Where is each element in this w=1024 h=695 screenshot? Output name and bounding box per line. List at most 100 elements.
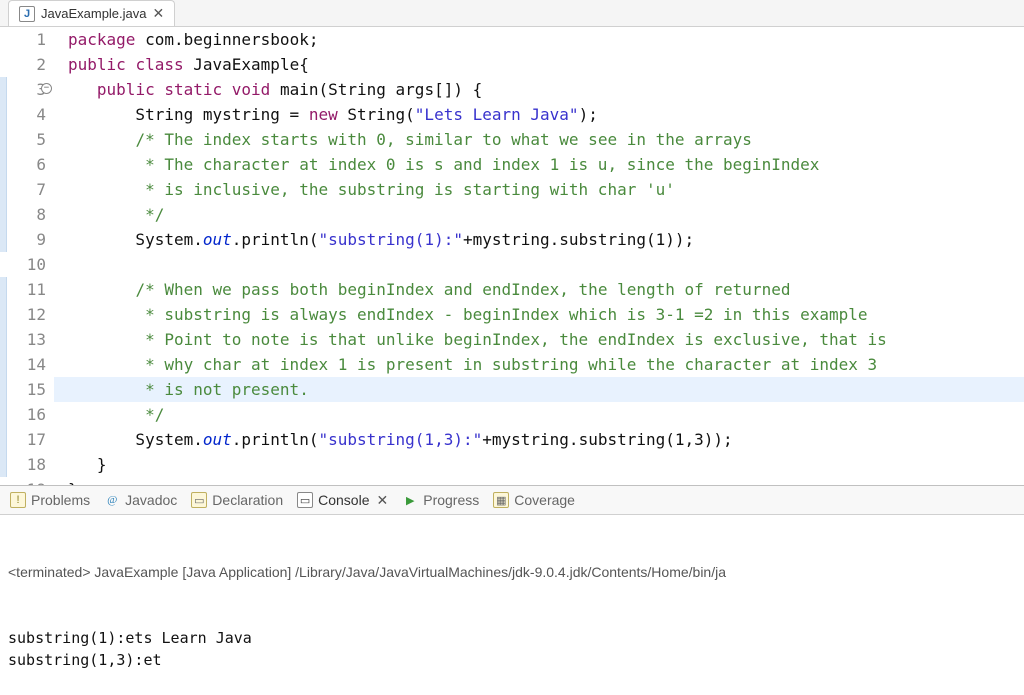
code-editor[interactable]: 123−45678910111213141516171819 package c…	[0, 27, 1024, 485]
line-number: 2	[0, 52, 46, 77]
tab-javadoc[interactable]: @ Javadoc	[104, 492, 177, 508]
code-line[interactable]: /* The index starts with 0, similar to w…	[68, 127, 1024, 152]
tab-coverage[interactable]: ▦ Coverage	[493, 492, 575, 508]
code-token	[68, 380, 145, 399]
code-line[interactable]: * Point to note is that unlike beginInde…	[68, 327, 1024, 352]
code-token	[68, 305, 145, 324]
line-number: 15	[0, 377, 46, 402]
code-token	[68, 280, 135, 299]
change-marker	[0, 427, 7, 452]
code-line[interactable]: */	[68, 202, 1024, 227]
line-number: 10	[0, 252, 46, 277]
line-number: 19	[0, 477, 46, 485]
code-line[interactable]	[68, 252, 1024, 277]
code-token: JavaExample{	[184, 55, 309, 74]
progress-icon: ▶	[402, 492, 418, 508]
javadoc-icon: @	[104, 492, 120, 508]
declaration-icon: ▭	[191, 492, 207, 508]
code-token: out	[203, 230, 232, 249]
line-number: 1	[0, 27, 46, 52]
code-line[interactable]: * is inclusive, the substring is startin…	[68, 177, 1024, 202]
code-token: * why char at index 1 is present in subs…	[145, 355, 877, 374]
code-line[interactable]: */	[68, 402, 1024, 427]
code-token: static	[164, 80, 222, 99]
fold-toggle-icon[interactable]: −	[41, 83, 52, 94]
code-token: System.	[68, 230, 203, 249]
code-line[interactable]: }	[68, 452, 1024, 477]
code-token: public	[68, 55, 126, 74]
code-line[interactable]: * The character at index 0 is s and inde…	[68, 152, 1024, 177]
code-token: .println(	[232, 430, 319, 449]
code-token	[68, 180, 145, 199]
code-token: "substring(1,3):"	[318, 430, 482, 449]
close-tab-icon[interactable]: ✕	[153, 5, 165, 22]
code-token	[68, 80, 97, 99]
line-number: 13	[0, 327, 46, 352]
code-token	[68, 130, 135, 149]
code-token: * substring is always endIndex - beginIn…	[145, 305, 867, 324]
code-line[interactable]: public class JavaExample{	[68, 52, 1024, 77]
code-token: public	[97, 80, 155, 99]
console-launch-header: <terminated> JavaExample [Java Applicati…	[8, 561, 1016, 583]
tab-declaration[interactable]: ▭ Declaration	[191, 492, 283, 508]
code-token: "Lets Learn Java"	[415, 105, 579, 124]
line-number: 12	[0, 302, 46, 327]
console-line: substring(1):ets Learn Java	[8, 627, 1016, 649]
code-token	[68, 405, 145, 424]
code-line[interactable]: /* When we pass both beginIndex and endI…	[68, 277, 1024, 302]
change-marker	[0, 302, 7, 327]
console-body[interactable]: <terminated> JavaExample [Java Applicati…	[0, 515, 1024, 695]
console-line: substring(1,3):et	[8, 649, 1016, 671]
change-marker	[0, 327, 7, 352]
code-token: * is inclusive, the substring is startin…	[145, 180, 675, 199]
code-line[interactable]: System.out.println("substring(1,3):"+mys…	[68, 427, 1024, 452]
code-token: }	[68, 480, 78, 485]
close-console-icon[interactable]: ✕	[377, 492, 389, 509]
tab-problems-label: Problems	[31, 492, 90, 508]
change-marker	[0, 102, 7, 127]
tab-problems[interactable]: ! Problems	[10, 492, 90, 508]
code-token: * Point to note is that unlike beginInde…	[145, 330, 887, 349]
line-number: 4	[0, 102, 46, 127]
code-area[interactable]: package com.beginnersbook;public class J…	[54, 27, 1024, 485]
code-token: */	[145, 405, 164, 424]
code-token: * The character at index 0 is s and inde…	[145, 155, 819, 174]
line-number: 9	[0, 227, 46, 252]
code-line[interactable]: * why char at index 1 is present in subs…	[68, 352, 1024, 377]
code-line[interactable]: String mystring = new String("Lets Learn…	[68, 102, 1024, 127]
tab-progress-label: Progress	[423, 492, 479, 508]
code-token: String(	[338, 105, 415, 124]
code-line[interactable]: * is not present.	[68, 377, 1024, 402]
problems-icon: !	[10, 492, 26, 508]
change-marker	[0, 127, 7, 152]
code-token: );	[579, 105, 598, 124]
line-number: 18	[0, 452, 46, 477]
change-marker	[0, 177, 7, 202]
code-line[interactable]: System.out.println("substring(1):"+mystr…	[68, 227, 1024, 252]
code-token	[68, 155, 145, 174]
change-marker	[0, 277, 7, 302]
code-token: void	[232, 80, 271, 99]
tab-console-label: Console	[318, 492, 369, 508]
code-token: main(String args[]) {	[270, 80, 482, 99]
line-number: 5	[0, 127, 46, 152]
editor-tab-bar: J JavaExample.java ✕	[0, 0, 1024, 27]
java-file-icon: J	[19, 6, 35, 22]
console-output: substring(1):ets Learn Javasubstring(1,3…	[8, 627, 1016, 671]
code-line[interactable]: * substring is always endIndex - beginIn…	[68, 302, 1024, 327]
code-token: "substring(1):"	[318, 230, 463, 249]
code-line[interactable]: public static void main(String args[]) {	[68, 77, 1024, 102]
line-number: 7	[0, 177, 46, 202]
tab-progress[interactable]: ▶ Progress	[402, 492, 479, 508]
bottom-panel-tabs: ! Problems @ Javadoc ▭ Declaration ▭ Con…	[0, 486, 1024, 515]
code-token: package	[68, 30, 135, 49]
console-icon: ▭	[297, 492, 313, 508]
change-marker	[0, 452, 7, 477]
code-line[interactable]: package com.beginnersbook;	[68, 27, 1024, 52]
line-number: 8	[0, 202, 46, 227]
line-number: 3−	[0, 77, 46, 102]
editor-tab[interactable]: J JavaExample.java ✕	[8, 0, 175, 26]
line-number: 6	[0, 152, 46, 177]
tab-console[interactable]: ▭ Console ✕	[297, 492, 388, 509]
code-line[interactable]: }	[68, 477, 1024, 485]
